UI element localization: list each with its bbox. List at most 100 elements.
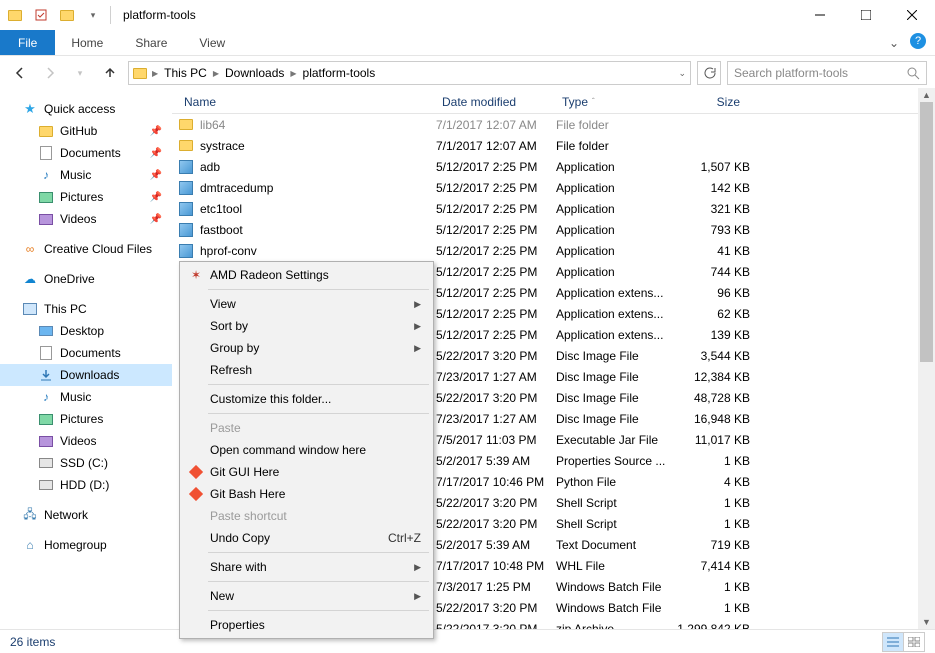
- file-row[interactable]: fastboot5/12/2017 2:25 PMApplication793 …: [172, 219, 935, 240]
- column-date[interactable]: Date modified: [436, 95, 556, 109]
- sidebar-item-music[interactable]: ♪Music: [0, 386, 172, 408]
- menu-group-by[interactable]: Group by▶: [182, 337, 431, 359]
- new-folder-icon[interactable]: [56, 4, 78, 26]
- chevron-right-icon[interactable]: ▶: [213, 69, 219, 78]
- file-name: adb: [200, 160, 436, 174]
- sidebar-item-music[interactable]: ♪Music📌: [0, 164, 172, 186]
- file-row[interactable]: systrace7/1/2017 12:07 AMFile folder: [172, 135, 935, 156]
- scrollbar-thumb[interactable]: [920, 102, 933, 362]
- chevron-right-icon[interactable]: ▶: [152, 69, 158, 78]
- search-input[interactable]: Search platform-tools: [727, 61, 927, 85]
- file-size: 7,414 KB: [676, 559, 750, 573]
- sidebar-item-desktop[interactable]: Desktop: [0, 320, 172, 342]
- file-type-icon: [178, 243, 194, 259]
- address-bar-row: ▾ ▶ This PC ▶ Downloads ▶ platform-tools…: [0, 56, 935, 90]
- recent-locations-icon[interactable]: ▾: [68, 61, 92, 85]
- sidebar-onedrive[interactable]: ☁OneDrive: [0, 268, 172, 290]
- sidebar-network[interactable]: 🖧Network: [0, 504, 172, 526]
- vertical-scrollbar[interactable]: ▲ ▼: [918, 88, 935, 629]
- sidebar-item-videos[interactable]: Videos: [0, 430, 172, 452]
- menu-git-bash[interactable]: Git Bash Here: [182, 483, 431, 505]
- column-name[interactable]: Name: [178, 95, 436, 109]
- sidebar-this-pc[interactable]: This PC: [0, 298, 172, 320]
- menu-properties[interactable]: Properties: [182, 614, 431, 636]
- chevron-right-icon[interactable]: ▶: [290, 69, 296, 78]
- ribbon: File Home Share View ⌄ ?: [0, 30, 935, 56]
- file-date: 5/22/2017 3:20 PM: [436, 349, 556, 363]
- menu-amd-radeon[interactable]: ✶AMD Radeon Settings: [182, 264, 431, 286]
- menu-paste-shortcut[interactable]: Paste shortcut: [182, 505, 431, 527]
- thispc-icon: [22, 301, 38, 317]
- tab-home[interactable]: Home: [55, 30, 119, 55]
- menu-customize[interactable]: Customize this folder...: [182, 388, 431, 410]
- file-row[interactable]: adb5/12/2017 2:25 PMApplication1,507 KB: [172, 156, 935, 177]
- column-size[interactable]: Size: [676, 95, 746, 109]
- file-row[interactable]: etc1tool5/12/2017 2:25 PMApplication321 …: [172, 198, 935, 219]
- sidebar-item-downloads[interactable]: Downloads: [0, 364, 172, 386]
- menu-git-gui[interactable]: Git GUI Here: [182, 461, 431, 483]
- refresh-button[interactable]: [697, 61, 721, 85]
- file-name: dmtracedump: [200, 181, 436, 195]
- file-type-icon: [178, 222, 194, 238]
- breadcrumb-current[interactable]: platform-tools: [299, 66, 380, 80]
- maximize-button[interactable]: [843, 0, 889, 30]
- close-button[interactable]: [889, 0, 935, 30]
- sidebar-item-pictures[interactable]: Pictures📌: [0, 186, 172, 208]
- properties-icon[interactable]: [30, 4, 52, 26]
- folder-icon[interactable]: [4, 4, 26, 26]
- sidebar-item-github[interactable]: GitHub📌: [0, 120, 172, 142]
- back-button[interactable]: [8, 61, 32, 85]
- file-date: 5/22/2017 3:20 PM: [436, 391, 556, 405]
- help-button[interactable]: ?: [907, 30, 929, 52]
- tab-view[interactable]: View: [183, 30, 241, 55]
- sidebar-item-hdd[interactable]: HDD (D:): [0, 474, 172, 496]
- scroll-down-icon[interactable]: ▼: [918, 615, 935, 629]
- file-size: 321 KB: [676, 202, 750, 216]
- breadcrumb[interactable]: ▶ This PC ▶ Downloads ▶ platform-tools ⌄: [128, 61, 691, 85]
- sidebar-creative-cloud[interactable]: ∞Creative Cloud Files: [0, 238, 172, 260]
- scroll-up-icon[interactable]: ▲: [918, 88, 935, 102]
- breadcrumb-downloads[interactable]: Downloads: [221, 66, 288, 80]
- expand-ribbon-icon[interactable]: ⌄: [881, 30, 907, 55]
- file-date: 7/1/2017 12:07 AM: [436, 139, 556, 153]
- file-tab[interactable]: File: [0, 30, 55, 55]
- file-row[interactable]: lib647/1/2017 12:07 AMFile folder: [172, 114, 935, 135]
- menu-sort-by[interactable]: Sort by▶: [182, 315, 431, 337]
- menu-refresh[interactable]: Refresh: [182, 359, 431, 381]
- file-row[interactable]: hprof-conv5/12/2017 2:25 PMApplication41…: [172, 240, 935, 261]
- menu-new[interactable]: New▶: [182, 585, 431, 607]
- menu-undo-copy[interactable]: Undo CopyCtrl+Z: [182, 527, 431, 549]
- file-row[interactable]: dmtracedump5/12/2017 2:25 PMApplication1…: [172, 177, 935, 198]
- sort-asc-icon: ˆ: [592, 97, 595, 106]
- sidebar-item-videos[interactable]: Videos📌: [0, 208, 172, 230]
- file-size: 12,384 KB: [676, 370, 750, 384]
- file-date: 5/12/2017 2:25 PM: [436, 202, 556, 216]
- minimize-button[interactable]: [797, 0, 843, 30]
- sidebar-item-pictures[interactable]: Pictures: [0, 408, 172, 430]
- sidebar-homegroup[interactable]: ⌂Homegroup: [0, 534, 172, 556]
- file-size: 1 KB: [676, 454, 750, 468]
- menu-view[interactable]: View▶: [182, 293, 431, 315]
- sidebar-quick-access[interactable]: ★Quick access: [0, 98, 172, 120]
- file-type-icon: [178, 201, 194, 217]
- qat-dropdown-icon[interactable]: ▾: [82, 4, 104, 26]
- up-button[interactable]: [98, 61, 122, 85]
- forward-button[interactable]: [38, 61, 62, 85]
- submenu-arrow-icon: ▶: [414, 321, 421, 332]
- details-view-button[interactable]: [882, 632, 904, 652]
- drive-icon: [38, 455, 54, 471]
- file-type-icon: [178, 180, 194, 196]
- column-type[interactable]: Typeˆ: [556, 95, 676, 109]
- address-dropdown-icon[interactable]: ⌄: [678, 68, 686, 79]
- sidebar-item-ssd[interactable]: SSD (C:): [0, 452, 172, 474]
- menu-open-command[interactable]: Open command window here: [182, 439, 431, 461]
- sidebar-item-documents[interactable]: Documents: [0, 342, 172, 364]
- sidebar-item-documents[interactable]: Documents📌: [0, 142, 172, 164]
- file-type: zip Archive: [556, 622, 676, 630]
- large-icons-view-button[interactable]: [903, 632, 925, 652]
- menu-paste[interactable]: Paste: [182, 417, 431, 439]
- breadcrumb-thispc[interactable]: This PC: [160, 66, 211, 80]
- tab-share[interactable]: Share: [119, 30, 183, 55]
- menu-share-with[interactable]: Share with▶: [182, 556, 431, 578]
- file-date: 7/3/2017 1:25 PM: [436, 580, 556, 594]
